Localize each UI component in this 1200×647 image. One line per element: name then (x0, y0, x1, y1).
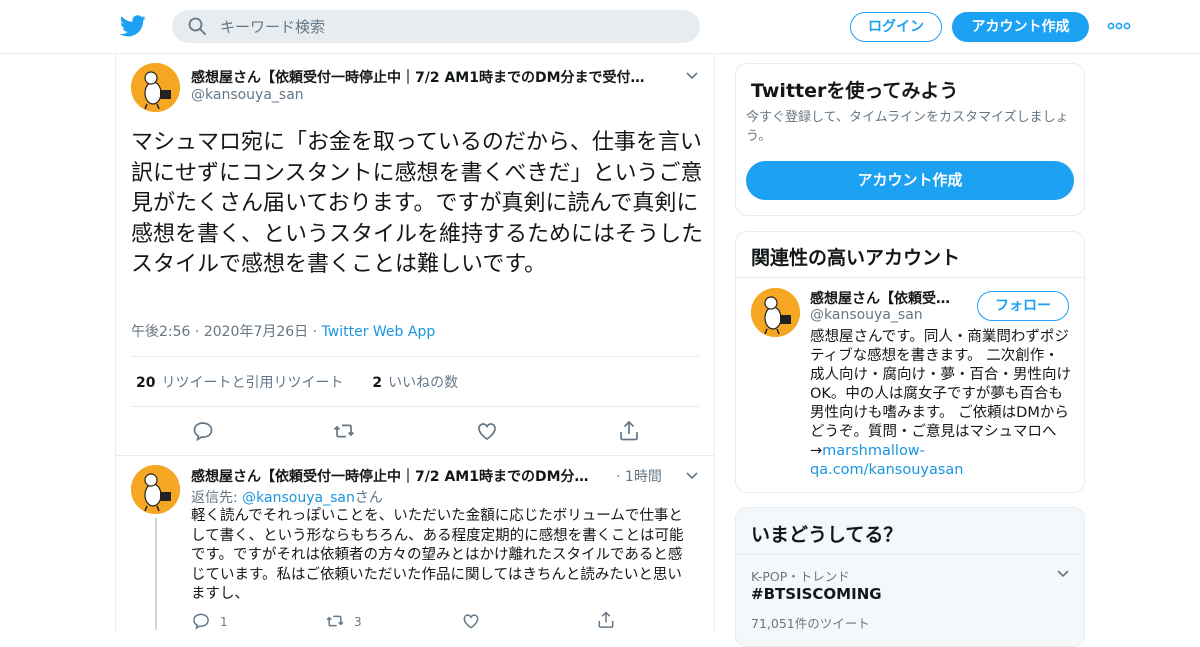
reply-author-name[interactable]: 感想屋さん【依頼受付一時停止中｜7/2 AM1時までのDM分… (191, 466, 601, 486)
like-count: 2 (372, 375, 383, 391)
share-icon[interactable] (596, 610, 616, 630)
login-button[interactable]: ログイン (850, 12, 942, 42)
trends-title: いまどうしてる？ (751, 524, 903, 546)
like-icon[interactable] (475, 419, 499, 443)
signup-card-button[interactable]: アカウント作成 (746, 161, 1074, 200)
reply-time-value: 1時間 (624, 469, 662, 485)
avatar[interactable] (131, 465, 180, 514)
search-input[interactable] (220, 10, 680, 43)
avatar[interactable] (131, 63, 180, 112)
related-accounts-title: 関連性の高いアカウント (751, 247, 961, 269)
divider (131, 406, 700, 407)
chevron-down-icon[interactable] (685, 471, 699, 481)
related-account-bio: 感想屋さんです。同人・商業問わずポジティブな感想を書きます。 二次創作・成人向け… (810, 328, 1072, 480)
divider (736, 554, 1084, 555)
trend-meta: K-POP・トレンド (751, 569, 850, 584)
retweet-stat-label: リツイートと引用リツイート (161, 375, 344, 391)
tweet-text: マシュマロ宛に「お金を取っているのだから、仕事を言い訳にせずにコンスタントに感想… (131, 130, 704, 277)
tweet-source[interactable]: Twitter Web App (322, 324, 436, 340)
retweet-count: 20 (136, 375, 156, 391)
retweet-icon[interactable] (325, 611, 345, 631)
reply-to: 返信先: @kansouya_sanさん (191, 487, 383, 507)
reply-icon[interactable] (191, 611, 211, 631)
reply-icon[interactable] (191, 419, 215, 443)
retweet-icon[interactable] (332, 419, 356, 443)
tweet-stats: 20 リツイートと引用リツイート 2 いいねの数 (136, 372, 458, 392)
author-handle[interactable]: @kansouya_san (191, 87, 304, 103)
divider (131, 356, 700, 357)
like-stat-label: いいねの数 (388, 375, 459, 391)
signup-button[interactable]: アカウント作成 (952, 12, 1089, 42)
bio-link[interactable]: marshmallow-qa.com/kansouyasan (810, 443, 963, 478)
mascot-icon (131, 63, 180, 112)
trends-card: いまどうしてる？ K-POP・トレンド #BTSISCOMING 71,051件… (735, 507, 1085, 647)
trend-tweet-count: 71,051件のツイート (751, 616, 870, 631)
author-name[interactable]: 感想屋さん【依頼受付一時停止中｜7/2 AM1時までのDM分まで受付… (191, 67, 661, 87)
top-bar: ログイン アカウント作成 (0, 0, 1200, 54)
reply-to-suffix: さん (354, 490, 383, 506)
related-account-name[interactable]: 感想屋さん【依頼受… (810, 288, 968, 308)
reply-retweet-count: 3 (354, 615, 362, 629)
follow-button[interactable]: フォロー (977, 291, 1069, 321)
avatar[interactable] (751, 288, 800, 337)
reply-to-prefix: 返信先: (191, 490, 243, 506)
mascot-icon (751, 288, 800, 337)
reply-text: 軽く読んでそれっぽいことを、いただいた金額に応じたボリュームで仕事として書く、と… (191, 508, 684, 602)
chevron-down-icon[interactable] (685, 71, 699, 81)
bio-text: 感想屋さんです。同人・商業問わずポジティブな感想を書きます。 二次創作・成人向け… (810, 329, 1071, 459)
like-stat[interactable]: 2 いいねの数 (372, 375, 458, 391)
divider (736, 277, 1084, 278)
search-bar[interactable] (172, 10, 700, 43)
tweet-meta: 午後2:56 · 2020年7月26日 · Twitter Web App (131, 324, 436, 340)
tweet-date[interactable]: 2020年7月26日 (204, 324, 308, 340)
signup-card-title: Twitterを使ってみよう (751, 80, 959, 102)
mascot-icon (131, 465, 180, 514)
twitter-bird-icon[interactable] (120, 14, 146, 38)
retweet-stat[interactable]: 20 リツイートと引用リツイート (136, 375, 343, 391)
like-icon[interactable] (461, 611, 481, 631)
related-accounts-card: 関連性の高いアカウント 感想屋さん【依頼受… @kansouya_san フォロ… (735, 231, 1085, 493)
related-account-handle[interactable]: @kansouya_san (810, 307, 923, 323)
reply-time[interactable]: · 1時間 (616, 466, 662, 486)
trend-name[interactable]: #BTSISCOMING (751, 585, 882, 603)
divider (116, 455, 714, 456)
signup-card-subtitle: 今すぐ登録して、タイムラインをカスタマイズしましょう。 (746, 110, 1069, 144)
thread-line (155, 518, 157, 630)
main-timeline: 感想屋さん【依頼受付一時停止中｜7/2 AM1時までのDM分まで受付… @kan… (115, 54, 715, 630)
tweet-time[interactable]: 午後2:56 (131, 324, 190, 340)
more-options-icon[interactable] (1107, 18, 1131, 34)
reply-count: 1 (220, 615, 228, 629)
reply-to-handle[interactable]: @kansouya_san (242, 490, 355, 506)
signup-card: Twitterを使ってみよう 今すぐ登録して、タイムラインをカスタマイズしましょ… (735, 63, 1085, 216)
share-icon[interactable] (617, 419, 641, 443)
chevron-down-icon[interactable] (1056, 569, 1070, 579)
search-icon (188, 17, 206, 35)
